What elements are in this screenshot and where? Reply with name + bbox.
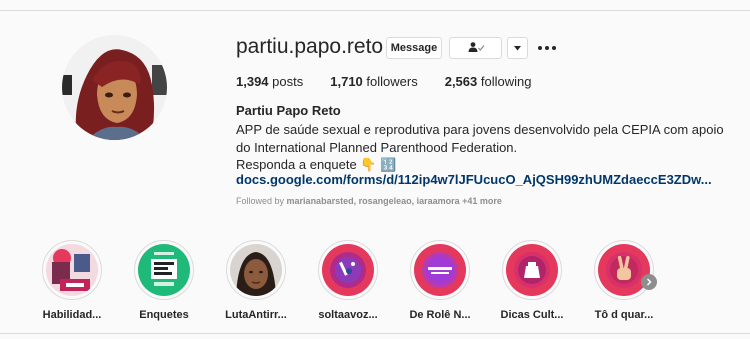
highlight-cover xyxy=(414,244,466,296)
followers-count: 1,710 xyxy=(330,74,363,89)
profile-link[interactable]: docs.google.com/forms/d/112ip4w7lJFUcucO… xyxy=(236,172,712,187)
profile-avatar[interactable] xyxy=(62,35,167,140)
suggestions-dropdown-button[interactable] xyxy=(507,37,528,59)
bio-line: Responda a enquete 👇 🔢 xyxy=(236,157,397,172)
following-label: following xyxy=(480,74,532,89)
posts-count: 1,394 xyxy=(236,74,269,89)
highlight-item[interactable]: Habilidad... xyxy=(32,240,112,321)
highlight-label: Enquetes xyxy=(139,309,189,321)
highlight-cover xyxy=(46,244,98,296)
highlight-cover xyxy=(138,244,190,296)
posts-label: posts xyxy=(272,74,304,89)
caret-down-icon xyxy=(514,42,521,54)
following-button[interactable] xyxy=(449,37,502,59)
following-stat[interactable]: 2,563 following xyxy=(445,74,532,89)
highlight-cover xyxy=(506,244,558,296)
highlight-ring xyxy=(410,240,470,300)
more-dot xyxy=(545,46,549,50)
followed-names: marianabarsted, rosangeleao, iaraamora xyxy=(286,196,460,206)
highlight-label: Habilidad... xyxy=(42,309,102,321)
highlight-label: Tô d quar... xyxy=(594,309,654,321)
more-dot xyxy=(552,46,556,50)
highlight-item[interactable]: Enquetes xyxy=(124,240,204,321)
followed-prefix: Followed by xyxy=(236,196,285,206)
profile-username: partiu.papo.reto xyxy=(236,35,384,58)
highlight-item[interactable]: Dicas Cult... xyxy=(492,240,572,321)
bio-line: APP de saúde sexual e reprodutiva para j… xyxy=(236,122,724,137)
more-options-icon[interactable] xyxy=(538,37,556,59)
highlight-item[interactable]: soltaavoz... xyxy=(308,240,388,321)
posts-stat: 1,394 posts xyxy=(236,74,303,89)
highlight-item[interactable]: De Rolê N... xyxy=(400,240,480,321)
profile-full-name: Partiu Papo Reto xyxy=(236,103,341,118)
highlight-ring xyxy=(594,240,654,300)
highlight-cover xyxy=(598,244,650,296)
chevron-right-icon[interactable] xyxy=(641,274,657,290)
highlight-ring xyxy=(226,240,286,300)
more-dot xyxy=(538,46,542,50)
highlight-cover xyxy=(230,244,282,296)
highlight-item[interactable]: LutaAntirr... xyxy=(216,240,296,321)
highlight-label: De Rolê N... xyxy=(409,309,471,321)
followers-stat[interactable]: 1,710 followers xyxy=(330,74,417,89)
highlight-label: Dicas Cult... xyxy=(500,309,564,321)
highlight-ring xyxy=(502,240,562,300)
bottom-divider xyxy=(0,333,750,334)
followers-label: followers xyxy=(366,74,418,89)
highlight-label: LutaAntirr... xyxy=(225,309,287,321)
bio-line: do International Planned Parenthood Fede… xyxy=(236,139,518,155)
profile-bio: APP de saúde sexual e reprodutiva para j… xyxy=(236,121,724,174)
message-button[interactable]: Message xyxy=(386,37,442,59)
followed-more: +41 more xyxy=(462,196,502,206)
highlight-ring xyxy=(318,240,378,300)
highlight-ring xyxy=(42,240,102,300)
top-divider xyxy=(0,10,750,11)
person-check-icon xyxy=(467,41,485,55)
profile-stats: 1,394 posts 1,710 followers 2,563 follow… xyxy=(236,74,558,89)
highlight-cover xyxy=(322,244,374,296)
following-count: 2,563 xyxy=(444,74,478,89)
highlight-ring xyxy=(134,240,194,300)
highlight-label: soltaavoz... xyxy=(318,309,378,321)
followed-by[interactable]: Followed by marianabarsted, rosangeleao,… xyxy=(236,196,502,206)
